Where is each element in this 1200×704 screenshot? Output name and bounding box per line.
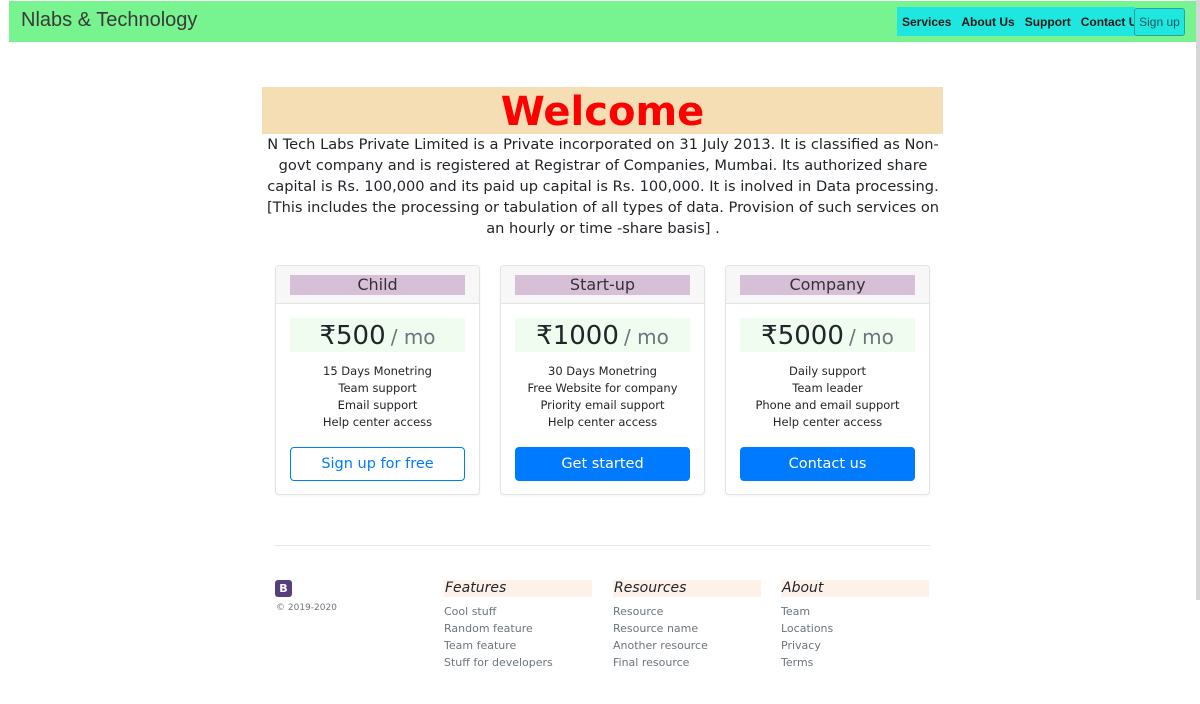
nav-links: Services About Us Support Contact Us [897,7,1144,36]
plan-card-startup: Start-up ₹1000 / mo 30 Days Monetring Fr… [500,265,705,495]
plan-name: Child [290,275,465,295]
nav-signup-button[interactable]: Sign up [1134,8,1185,36]
footer-divider [275,545,930,546]
footer-link[interactable]: Final resource [613,654,761,671]
plan-feature: Free Website for company [527,381,678,395]
sign-up-free-button[interactable]: Sign up for free [290,447,465,481]
footer-heading: Features [444,580,592,597]
footer-heading: About [781,580,929,597]
footer-link[interactable]: Another resource [613,637,761,654]
footer-link[interactable]: Privacy [781,637,929,654]
plan-price: ₹5000 / mo [740,318,915,352]
plan-feature: Help center access [772,415,883,429]
price-amount: ₹1000 [536,321,619,351]
nav-link-services[interactable]: Services [897,15,956,29]
plan-card-child: Child ₹500 / mo 15 Days Monetring Team s… [275,265,480,495]
plan-feature: 15 Days Monetring [323,364,432,378]
footer-heading: Resources [613,580,761,597]
contact-us-button[interactable]: Contact us [740,447,915,481]
plan-price: ₹1000 / mo [515,318,690,352]
plan-card-header: Start-up [501,266,704,304]
plan-features: 15 Days Monetring Team support Email sup… [276,363,479,431]
footer-links: Cool stuff Random feature Team feature S… [444,603,592,671]
plan-features: Daily support Team leader Phone and emai… [726,363,929,431]
footer-column-resources: Resources Resource Resource name Another… [613,580,761,671]
footer-links: Resource Resource name Another resource … [613,603,761,671]
footer-link[interactable]: Random feature [444,620,592,637]
bootstrap-logo: B [275,580,292,597]
footer-link[interactable]: Cool stuff [444,603,592,620]
plan-feature: Phone and email support [755,398,900,412]
plan-price: ₹500 / mo [290,318,465,352]
price-period: / mo [390,325,436,349]
plan-feature: 30 Days Monetring [548,364,657,378]
plan-feature: Priority email support [540,398,665,412]
plan-feature: Team leader [792,381,863,395]
footer-link[interactable]: Resource name [613,620,761,637]
copyright-text: © 2019-2020 [276,603,337,613]
plan-feature: Team support [338,381,417,395]
footer-column-features: Features Cool stuff Random feature Team … [444,580,592,671]
footer-link[interactable]: Resource [613,603,761,620]
plan-name: Start-up [515,275,690,295]
price-period: / mo [848,325,894,349]
price-amount: ₹500 [319,321,386,351]
plan-feature: Daily support [789,364,866,378]
footer-link[interactable]: Team feature [444,637,592,654]
plan-card-company: Company ₹5000 / mo Daily support Team le… [725,265,930,495]
footer-link[interactable]: Stuff for developers [444,654,592,671]
nav-link-support[interactable]: Support [1020,15,1076,29]
navbar: Nlabs & Technology Services About Us Sup… [9,1,1196,42]
get-started-button[interactable]: Get started [515,447,690,481]
welcome-title: Welcome [262,87,943,135]
plan-features: 30 Days Monetring Free Website for compa… [501,363,704,431]
viewport-bottom [0,672,1200,704]
plan-name: Company [740,275,915,295]
intro-paragraph: N Tech Labs Private Limited is a Private… [266,136,940,237]
plan-card-header: Child [276,266,479,304]
brand-name[interactable]: Nlabs & Technology [21,9,197,32]
footer-links: Team Locations Privacy Terms [781,603,929,671]
plan-feature: Email support [337,398,418,412]
plan-feature: Help center access [547,415,658,429]
price-amount: ₹5000 [761,321,844,351]
footer-column-about: About Team Locations Privacy Terms [781,580,929,671]
nav-link-about-us[interactable]: About Us [956,15,1019,29]
page-scrollbar[interactable] [1196,0,1200,600]
footer-link[interactable]: Team [781,603,929,620]
footer-link[interactable]: Locations [781,620,929,637]
plan-feature: Help center access [322,415,433,429]
price-period: / mo [623,325,669,349]
footer-link[interactable]: Terms [781,654,929,671]
plan-card-header: Company [726,266,929,304]
